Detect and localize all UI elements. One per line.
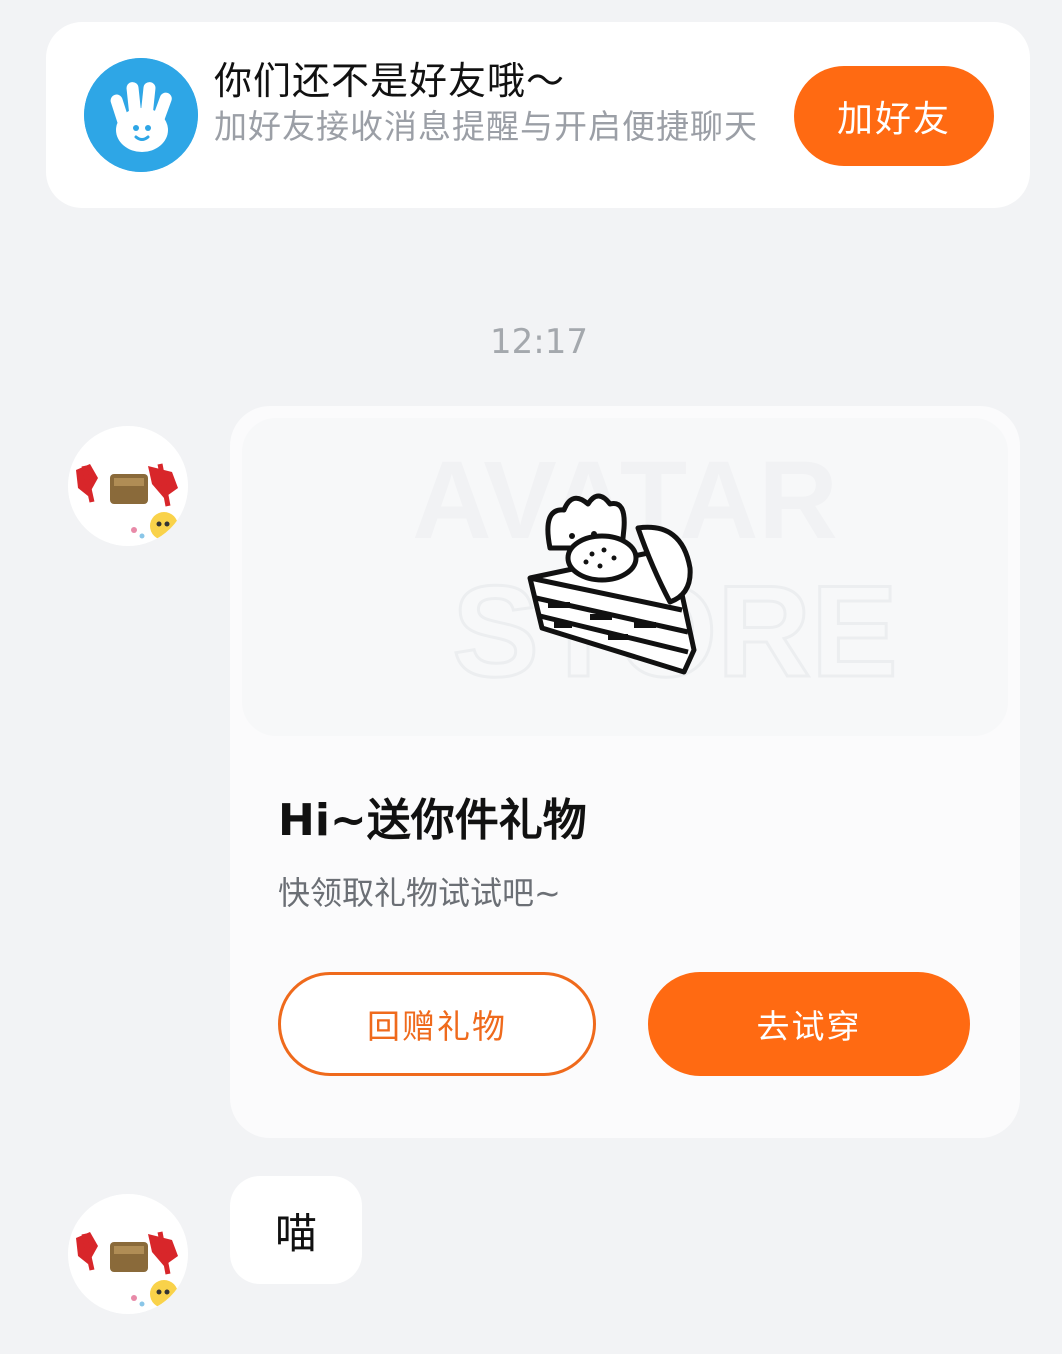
message-timestamp: 12:17 [490, 322, 588, 362]
gift-card-message: AVATAR STORE [230, 406, 1020, 1138]
gift-card-title: Hi~送你件礼物 [278, 795, 587, 846]
add-friend-button[interactable]: 加好友 [794, 66, 994, 166]
friend-request-banner: 你们还不是好友哦～ 加好友接收消息提醒与开启便捷聊天 加好友 [46, 22, 1030, 208]
text-message-bubble[interactable]: 喵 [230, 1176, 362, 1284]
gift-preview-image[interactable]: AVATAR STORE [242, 418, 1008, 736]
gift-card-description: 快领取礼物试试吧~ [278, 874, 561, 912]
try-on-button[interactable]: 去试穿 [648, 972, 970, 1076]
return-gift-button[interactable]: 回赠礼物 [278, 972, 596, 1076]
friend-banner-subtitle: 加好友接收消息提醒与开启便捷聊天 [214, 107, 758, 146]
friend-banner-title: 你们还不是好友哦～ [214, 59, 566, 103]
sender-avatar[interactable] [68, 1194, 188, 1314]
waving-hand-icon [84, 58, 198, 172]
chat-screen: 你们还不是好友哦～ 加好友接收消息提醒与开启便捷聊天 加好友 12:17 AVA… [0, 0, 1062, 1354]
sender-avatar[interactable] [68, 426, 188, 546]
